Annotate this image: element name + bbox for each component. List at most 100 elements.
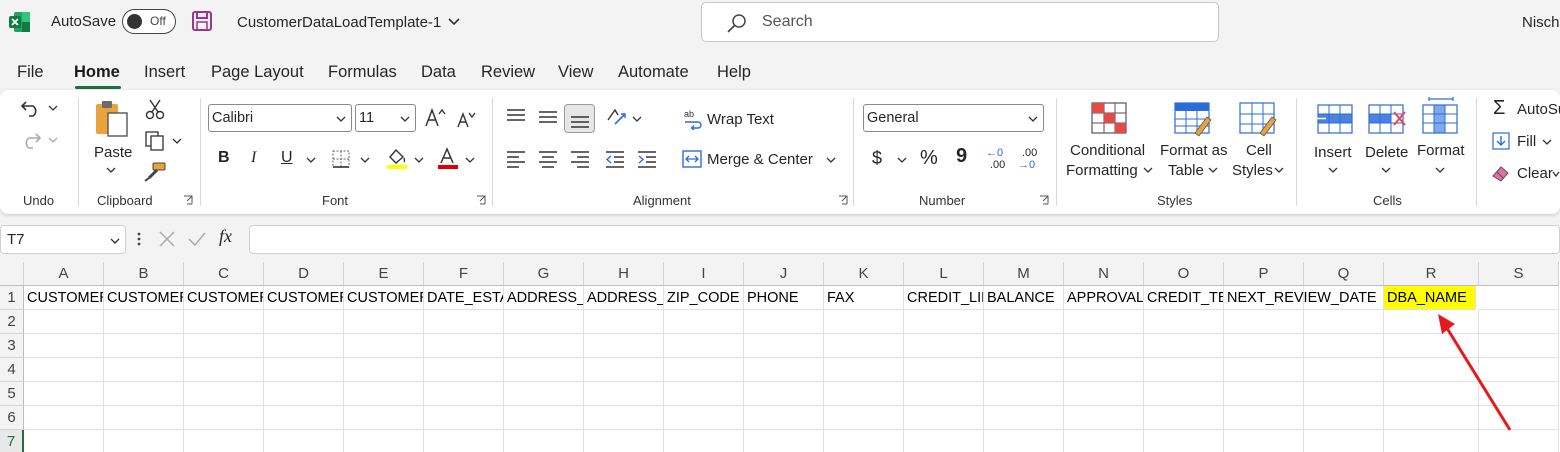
cell-a4[interactable] — [24, 358, 104, 382]
tab-view[interactable]: View — [558, 63, 593, 82]
column-header-e[interactable]: E — [344, 262, 424, 286]
row-header-4[interactable]: 4 — [0, 358, 24, 382]
font-size-select[interactable]: 11 — [355, 104, 416, 132]
percent-button[interactable]: % — [920, 147, 938, 170]
column-header-h[interactable]: H — [584, 262, 664, 286]
cell-b1[interactable]: CUSTOMER_ — [104, 286, 184, 310]
dialog-launcher-icon[interactable] — [476, 195, 486, 205]
chevron-down-icon[interactable] — [1208, 166, 1218, 174]
cell-q5[interactable] — [1304, 382, 1384, 406]
column-header-b[interactable]: B — [104, 262, 184, 286]
cell-q7[interactable] — [1304, 430, 1384, 452]
column-header-m[interactable]: M — [984, 262, 1064, 286]
merge-center-icon[interactable] — [682, 149, 702, 169]
cell-e1[interactable]: CUSTOMER_ — [344, 286, 424, 310]
cell-l7[interactable] — [904, 430, 984, 452]
cell-d3[interactable] — [264, 334, 344, 358]
paste-dropdown-icon[interactable] — [106, 166, 116, 174]
cell-k6[interactable] — [824, 406, 904, 430]
cell-f6[interactable] — [424, 406, 504, 430]
bottom-align-button[interactable] — [564, 104, 595, 133]
cell-o6[interactable] — [1144, 406, 1224, 430]
conditional-formatting-label-2[interactable]: Formatting — [1066, 162, 1138, 179]
cell-c5[interactable] — [184, 382, 264, 406]
increase-indent-icon[interactable] — [636, 149, 658, 169]
cell-f3[interactable] — [424, 334, 504, 358]
cell-p6[interactable] — [1224, 406, 1304, 430]
cell-c7[interactable] — [184, 430, 264, 452]
cell-o4[interactable] — [1144, 358, 1224, 382]
merge-dropdown-icon[interactable] — [826, 156, 836, 164]
autosum-button[interactable]: AutoSu — [1517, 101, 1560, 118]
row-header-1[interactable]: 1 — [0, 286, 24, 310]
search-input[interactable]: Search — [701, 2, 1219, 42]
cell-g3[interactable] — [504, 334, 584, 358]
fill-button[interactable]: Fill — [1517, 133, 1536, 150]
name-box[interactable]: T7 — [0, 225, 126, 254]
cell-q6[interactable] — [1304, 406, 1384, 430]
insert-function-button[interactable]: fx — [219, 226, 232, 247]
cell-p7[interactable] — [1224, 430, 1304, 452]
cell-a6[interactable] — [24, 406, 104, 430]
cell-i6[interactable] — [664, 406, 744, 430]
cell-q4[interactable] — [1304, 358, 1384, 382]
autosave-toggle[interactable]: Off — [122, 9, 176, 34]
increase-font-size-icon[interactable] — [424, 107, 446, 129]
file-name[interactable]: CustomerDataLoadTemplate-1 — [237, 14, 441, 31]
cell-g6[interactable] — [504, 406, 584, 430]
column-header-n[interactable]: N — [1064, 262, 1144, 286]
row-header-2[interactable]: 2 — [0, 310, 24, 334]
cell-b3[interactable] — [104, 334, 184, 358]
paste-label[interactable]: Paste — [94, 144, 132, 161]
wrap-text-button[interactable]: Wrap Text — [707, 111, 774, 128]
cell-l2[interactable] — [904, 310, 984, 334]
cancel-icon[interactable] — [158, 230, 176, 248]
cell-a2[interactable] — [24, 310, 104, 334]
cell-k5[interactable] — [824, 382, 904, 406]
cell-g5[interactable] — [504, 382, 584, 406]
column-header-j[interactable]: J — [744, 262, 824, 286]
cell-a5[interactable] — [24, 382, 104, 406]
cell-e6[interactable] — [344, 406, 424, 430]
enter-icon[interactable] — [187, 230, 207, 248]
cell-c1[interactable]: CUSTOMER_ — [184, 286, 264, 310]
font-color-dropdown-icon[interactable] — [465, 156, 475, 164]
cell-q3[interactable] — [1304, 334, 1384, 358]
cell-b7[interactable] — [104, 430, 184, 452]
cell-l6[interactable] — [904, 406, 984, 430]
format-cells-icon[interactable] — [1421, 97, 1461, 135]
redo-icon[interactable] — [20, 130, 42, 150]
bold-button[interactable]: B — [218, 149, 230, 167]
row-header-5[interactable]: 5 — [0, 382, 24, 406]
cell-g7[interactable] — [504, 430, 584, 452]
merge-center-button[interactable]: Merge & Center — [707, 151, 813, 168]
cell-g2[interactable] — [504, 310, 584, 334]
cell-j1[interactable]: PHONE — [744, 286, 824, 310]
cell-styles-label-1[interactable]: Cell — [1246, 142, 1272, 159]
decrease-indent-icon[interactable] — [604, 149, 626, 169]
underline-dropdown-icon[interactable] — [306, 156, 316, 164]
cell-e7[interactable] — [344, 430, 424, 452]
cell-f4[interactable] — [424, 358, 504, 382]
column-header-s[interactable]: S — [1479, 262, 1559, 286]
insert-cells-button[interactable]: Insert — [1314, 144, 1352, 161]
cell-m1[interactable]: BALANCE — [984, 286, 1064, 310]
column-header-q[interactable]: Q — [1304, 262, 1384, 286]
number-format-select[interactable]: General — [863, 104, 1044, 132]
font-color-icon[interactable] — [436, 146, 460, 170]
cell-d4[interactable] — [264, 358, 344, 382]
cell-h1[interactable]: ADDRESS_ — [584, 286, 664, 310]
cell-k7[interactable] — [824, 430, 904, 452]
cell-d7[interactable] — [264, 430, 344, 452]
format-as-table-icon[interactable] — [1173, 101, 1213, 137]
cell-e4[interactable] — [344, 358, 424, 382]
chevron-down-icon[interactable] — [448, 17, 460, 27]
cell-o2[interactable] — [1144, 310, 1224, 334]
cut-icon[interactable] — [145, 98, 165, 120]
increase-decimal-button[interactable]: ←0 .00 — [986, 147, 1010, 173]
undo-dropdown-icon[interactable] — [48, 104, 58, 112]
cell-p5[interactable] — [1224, 382, 1304, 406]
paste-icon[interactable] — [93, 99, 131, 139]
cell-g1[interactable]: ADDRESS_ — [504, 286, 584, 310]
column-header-c[interactable]: C — [184, 262, 264, 286]
